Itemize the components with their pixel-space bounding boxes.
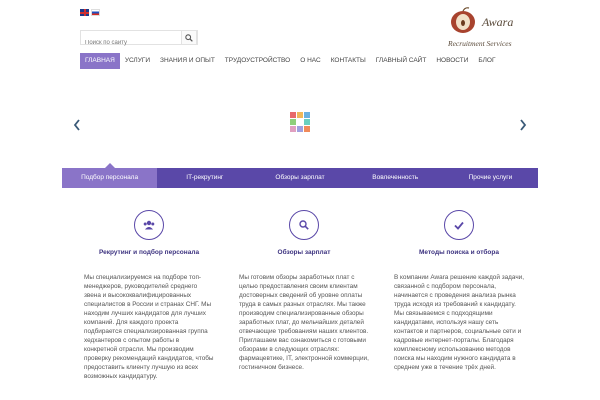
apple-logo-icon [451,7,475,33]
search-button[interactable] [181,30,197,45]
nav-item-about[interactable]: О НАС [295,53,325,69]
uk-flag-icon[interactable] [80,9,89,16]
feature-icon-circle [444,210,474,240]
search-input[interactable] [81,36,185,50]
checkmark-icon [454,221,464,230]
logo-subtitle: Recruitment Services [448,39,512,48]
feature-title: Рекрутинг и подбор персонала [98,249,200,256]
features: Рекрутинг и подбор персонала Мы специали… [84,210,524,400]
nav-item-employment[interactable]: ТРУДОУСТРОЙСТВО [220,53,295,69]
loader-square [304,112,310,118]
feature-salary-surveys: Обзоры зарплат Мы готовим обзоры заработ… [239,210,369,400]
users-icon [143,220,155,230]
tab-engagement[interactable]: Вовлеченность [348,168,443,188]
loader-square [290,119,296,125]
search-icon [299,220,309,230]
tab-other-services[interactable]: Прочие услуги [443,168,538,188]
page: Awara Recruitment Services ГЛАВНАЯ УСЛУГ… [62,0,538,400]
search-icon [185,33,193,42]
hero-slider [62,80,538,175]
tab-it-recruiting[interactable]: IT-рекрутинг [157,168,252,188]
nav-item-contacts[interactable]: КОНТАКТЫ [326,53,371,69]
feature-text: Мы специализируемся на подборе топ-менед… [84,274,214,380]
feature-search-methods: Методы поиска и отбора В компании Awara … [394,210,524,400]
feature-icon-circle [134,210,164,240]
search-box [80,30,198,50]
tab-salary-surveys[interactable]: Обзоры зарплат [252,168,347,188]
feature-text: В компании Awara решение каждой задачи, … [394,274,525,371]
loader-square [297,119,303,125]
nav-item-main-site[interactable]: ГЛАВНЫЙ САЙТ [371,53,432,69]
service-tabs: Подбор персонала IT-рекрутинг Обзоры зар… [62,163,538,188]
nav-item-blog[interactable]: БЛОГ [473,53,500,69]
ru-flag-icon[interactable] [91,9,100,16]
tab-recruitment[interactable]: Подбор персонала [62,163,158,188]
feature-title: Обзоры зарплат [277,249,331,256]
feature-text: Мы готовим обзоры заработных плат с цель… [239,274,369,371]
nav-item-services[interactable]: УСЛУГИ [120,53,155,69]
chevron-left-icon[interactable] [72,118,82,132]
loader-square [304,119,310,125]
loader-square [297,126,303,132]
nav-item-knowledge[interactable]: ЗНАНИЯ И ОПЫТ [155,53,220,69]
logo[interactable]: Awara Recruitment Services [444,3,536,49]
logo-name: Awara [482,15,514,29]
loader-square [297,112,303,118]
language-switcher [80,9,100,16]
nav-item-news[interactable]: НОВОСТИ [431,53,473,69]
loading-grid-icon [290,112,310,132]
feature-title: Методы поиска и отбора [419,249,499,256]
loader-square [290,126,296,132]
chevron-right-icon[interactable] [518,118,528,132]
main-nav: ГЛАВНАЯ УСЛУГИ ЗНАНИЯ И ОПЫТ ТРУДОУСТРОЙ… [80,53,500,69]
loader-square [304,126,310,132]
feature-icon-circle [289,210,319,240]
loader-square [290,112,296,118]
nav-item-home[interactable]: ГЛАВНАЯ [80,53,120,69]
feature-recruitment: Рекрутинг и подбор персонала Мы специали… [84,210,214,400]
